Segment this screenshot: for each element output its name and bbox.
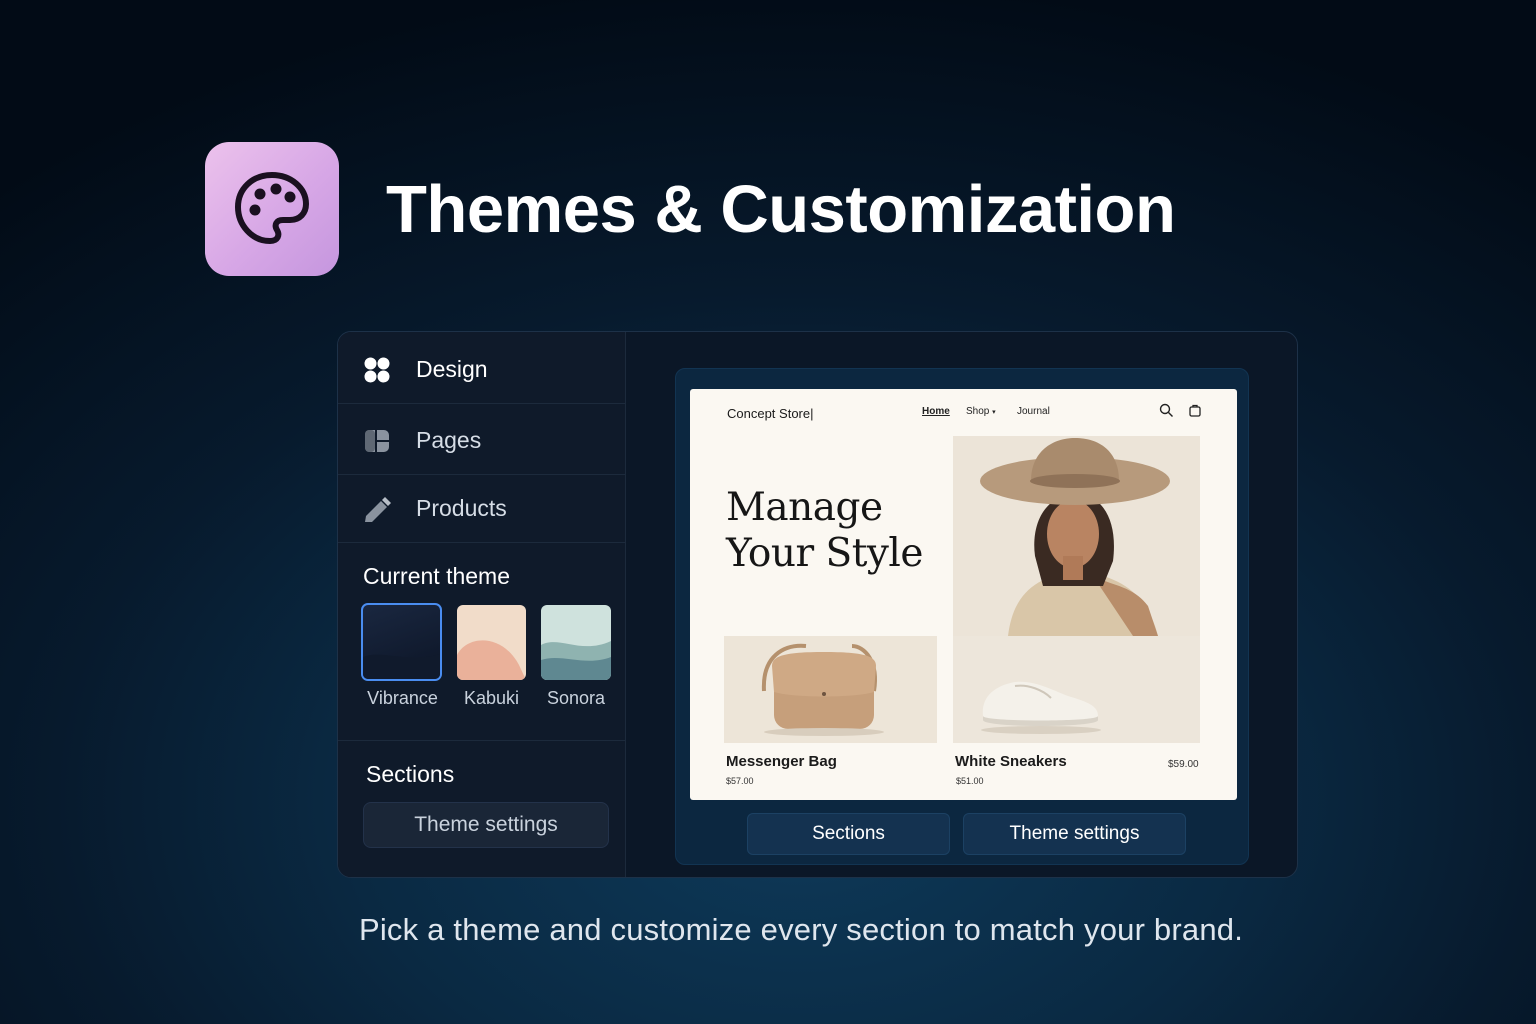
theme-name-vibrance: Vibrance [367,688,438,708]
cart-icon[interactable] [1188,403,1202,423]
store-preview: Concept Store| Home Shop ▾ Journal Manag… [690,389,1237,800]
sidebar-item-label: Pages [416,427,482,453]
app-icon [205,142,339,276]
product-price-right: $59.00 [1168,759,1199,770]
hero-title-line: Manage [726,485,883,530]
nav-shop-link[interactable]: Shop ▾ [966,406,996,417]
nav-home-link[interactable]: Home [922,406,950,417]
nav-journal-link[interactable]: Journal [1017,406,1050,417]
palette-icon [235,172,309,244]
theme-settings-button[interactable]: Theme settings [363,802,609,848]
page-title: Themes & Customization [386,172,1176,247]
theme-card-kabuki[interactable] [457,605,526,680]
sections-heading: Sections [366,761,455,787]
product-name[interactable]: Messenger Bag [726,753,837,770]
grid-dots-icon [362,355,392,385]
hero-model-image [953,436,1200,636]
search-icon[interactable] [1159,403,1174,423]
product-name[interactable]: White Sneakers [955,753,1067,770]
sidebar-item-pages[interactable]: Pages [338,407,626,475]
theme-swatch [457,640,526,680]
editor-panel: Design Pages Products Current theme Vibr… [337,331,1298,878]
current-theme-heading: Current theme [363,563,511,589]
theme-swatch [541,641,611,680]
theme-settings-button[interactable]: Theme settings [963,813,1186,855]
nav-shop-label: Shop [966,406,990,417]
sidebar: Design Pages Products Current theme Vibr… [338,332,626,877]
chevron-down-icon: ▾ [992,409,996,416]
store-name: Concept Store| [727,406,814,421]
sections-button[interactable]: Sections [747,813,950,855]
white-sneakers-image [953,636,1200,743]
sidebar-item-products[interactable]: Products [338,475,626,543]
sidebar-item-label: Products [416,495,507,521]
pencil-icon [362,494,392,524]
pages-icon [362,426,392,456]
sidebar-item-design[interactable]: Design [338,336,626,404]
store-preview-frame: Concept Store| Home Shop ▾ Journal Manag… [675,368,1249,865]
hero-title: Manage Your Style [726,485,923,577]
divider [338,740,626,741]
theme-name-sonora: Sonora [546,688,606,708]
theme-name-kabuki: Kabuki [463,688,520,708]
hero-title-line: Your Style [726,531,923,576]
theme-card-sonora[interactable] [541,605,611,680]
theme-card-vibrance[interactable] [361,603,442,681]
product-price: $57.00 [726,776,754,786]
theme-swatch [363,654,440,679]
caption: Pick a theme and customize every section… [358,912,1244,947]
sidebar-item-label: Design [416,356,488,382]
messenger-bag-image [724,636,937,743]
product-price: $51.00 [956,776,984,786]
